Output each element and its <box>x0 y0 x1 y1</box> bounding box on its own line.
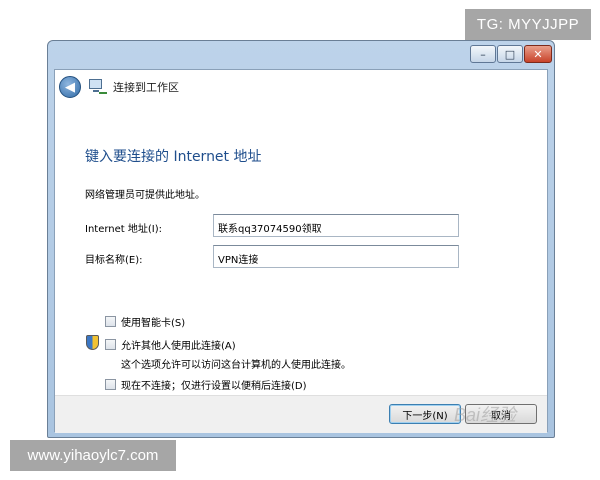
title-bar: – □ ✕ <box>48 41 554 69</box>
wizard-title: 连接到工作区 <box>113 81 179 94</box>
smart-card-checkbox[interactable] <box>105 316 116 327</box>
wizard-nav-row: ◀ 连接到工作区 <box>59 74 179 100</box>
network-connection-icon-screen <box>89 79 102 89</box>
page-description: 网络管理员可提供此地址。 <box>85 190 205 201</box>
internet-address-label: Internet 地址(I): <box>85 224 163 235</box>
dont-connect-checkbox[interactable] <box>105 379 116 390</box>
connect-to-workplace-window: – □ ✕ ◀ 连接到工作区 键入要连接的 Internet 地址 网络管理员可… <box>47 40 555 438</box>
back-button[interactable]: ◀ <box>59 76 81 98</box>
smart-card-label: 使用智能卡(S) <box>121 318 186 329</box>
minimize-button[interactable]: – <box>470 45 496 63</box>
smart-card-option[interactable]: 使用智能卡(S) <box>105 314 185 329</box>
page-heading: 键入要连接的 Internet 地址 <box>85 149 262 165</box>
maximize-button[interactable]: □ <box>497 45 523 63</box>
bottom-watermark: www.yihaoylc7.com <box>10 440 176 471</box>
close-button[interactable]: ✕ <box>524 45 552 63</box>
network-connection-icon-line <box>99 92 107 94</box>
next-button[interactable]: 下一步(N) <box>389 404 461 424</box>
dont-connect-label: 现在不连接；仅进行设置以便稍后连接(D) <box>121 381 307 392</box>
network-connection-icon <box>89 79 107 95</box>
wizard-client-area: ◀ 连接到工作区 键入要连接的 Internet 地址 网络管理员可提供此地址。… <box>54 69 548 433</box>
allow-others-option[interactable]: 允许其他人使用此连接(A) <box>105 337 236 352</box>
dont-connect-option[interactable]: 现在不连接；仅进行设置以便稍后连接(D) <box>105 377 307 392</box>
destination-name-label: 目标名称(E): <box>85 255 143 266</box>
internet-address-input[interactable]: 联系qq37074590领取 <box>213 214 459 237</box>
destination-name-input[interactable]: VPN连接 <box>213 245 459 268</box>
allow-others-checkbox[interactable] <box>105 339 116 350</box>
top-watermark: TG: MYYJJPP <box>465 9 591 40</box>
uac-shield-icon <box>86 335 99 350</box>
faint-watermark: Bai经验 <box>454 405 517 425</box>
allow-others-note: 这个选项允许可以访问这台计算机的人使用此连接。 <box>121 360 351 371</box>
screenshot-page: TG: MYYJJPP – □ ✕ ◀ 连接到工作区 键入要连接的 Intern… <box>0 0 600 480</box>
allow-others-label: 允许其他人使用此连接(A) <box>121 341 236 352</box>
